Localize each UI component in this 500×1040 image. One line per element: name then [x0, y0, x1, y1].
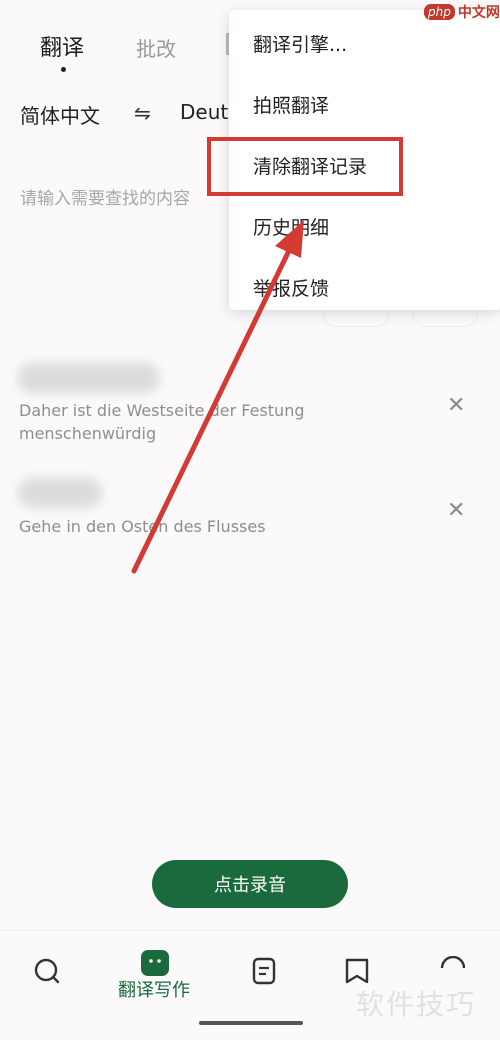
site-logo: php 中文网 [424, 0, 500, 24]
annotation-arrow [131, 220, 304, 574]
logo-mark: php [424, 4, 455, 20]
logo-text: 中文网 [457, 5, 500, 21]
